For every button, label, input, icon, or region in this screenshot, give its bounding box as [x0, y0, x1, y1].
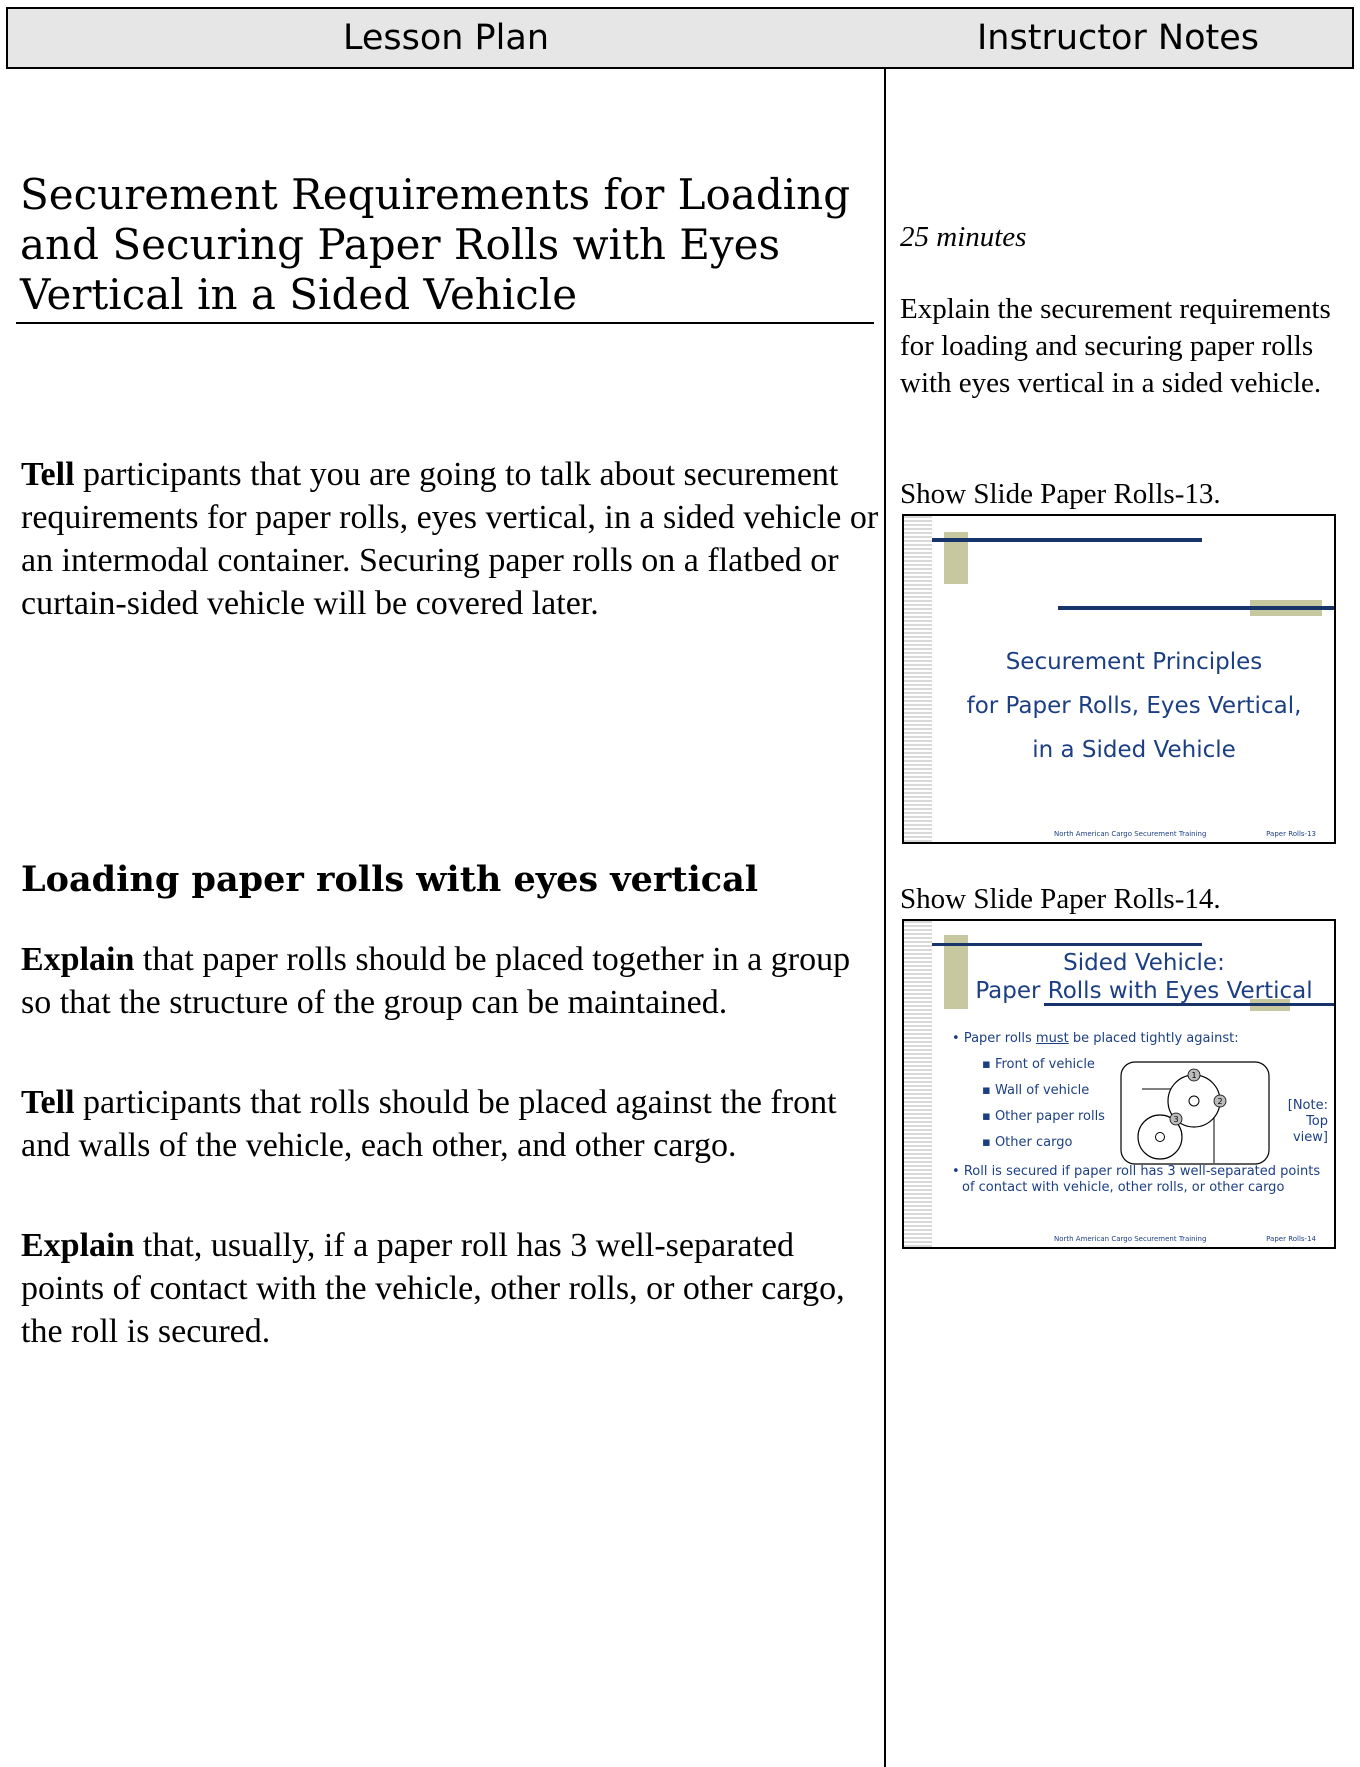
slide-14-bullet-2: • Roll is secured if paper roll has 3 we…: [952, 1164, 1321, 1195]
paragraph-2-text: participants that rolls should be placed…: [21, 1084, 837, 1164]
slide-thumbnail-14: Sided Vehicle: Paper Rolls with Eyes Ver…: [902, 919, 1336, 1249]
paragraph-1-lead: Explain: [21, 941, 135, 978]
paragraph-3-lead: Explain: [21, 1227, 135, 1264]
intro-text: participants that you are going to talk …: [21, 456, 879, 622]
slide-14-footer: North American Cargo Securement Training: [1054, 1235, 1207, 1243]
slide-14-sub-1: ▪ Front of vehicle: [982, 1057, 1095, 1072]
slide-accent-line: [1058, 606, 1334, 610]
contact-marker-label: 2: [1217, 1097, 1222, 1106]
show-slide-13-note: Show Slide Paper Rolls-13.: [900, 478, 1221, 510]
paragraph-3: Explain that, usually, if a paper roll h…: [21, 1224, 881, 1353]
slide-accent-line: [932, 943, 1202, 946]
paragraph-3-text: that, usually, if a paper roll has 3 wel…: [21, 1227, 845, 1350]
show-slide-14-note: Show Slide Paper Rolls-14.: [900, 883, 1221, 915]
contact-marker-label: 3: [1173, 1115, 1178, 1124]
lesson-title: Securement Requirements for Loading and …: [20, 170, 851, 319]
slide-14-bullet-1: • Paper rolls must be placed tightly aga…: [952, 1031, 1239, 1046]
intro-lead: Tell: [21, 456, 75, 493]
column-divider: [884, 67, 886, 1767]
slide-14-title: Sided Vehicle: Paper Rolls with Eyes Ver…: [964, 949, 1324, 1005]
section-heading: Loading paper rolls with eyes vertical: [21, 859, 759, 900]
contact-marker-label: 1: [1191, 1071, 1196, 1080]
slide-13-title-line-1: Securement Principles: [1005, 649, 1263, 675]
note-line-1: [Note:: [1287, 1098, 1328, 1113]
lesson-plan-label: Lesson Plan: [342, 18, 550, 58]
bullet-1-post: be placed tightly against:: [1068, 1031, 1239, 1046]
column-header-instructor-notes: Instructor Notes: [884, 7, 1354, 69]
paragraph-1-text: that paper rolls should be placed togeth…: [21, 941, 851, 1021]
bullet-1-pre: Paper rolls: [963, 1031, 1036, 1046]
note-line-2: Top: [1306, 1114, 1328, 1129]
slide-13-title-line-2: for Paper Rolls, Eyes Vertical,: [966, 693, 1302, 719]
title-underline: [16, 322, 874, 324]
slide-stripes: [904, 921, 932, 1247]
slide-accent-line: [932, 538, 1202, 542]
intro-paragraph: Tell participants that you are going to …: [21, 453, 881, 625]
slide-13-title: Securement Principles for Paper Rolls, E…: [934, 640, 1334, 772]
slide-14-page: Paper Rolls-14: [1266, 1235, 1316, 1243]
slide-stripes: [904, 516, 932, 842]
paragraph-2: Tell participants that rolls should be p…: [21, 1081, 881, 1167]
sub-4-text: Other cargo: [994, 1135, 1073, 1150]
paragraph-2-lead: Tell: [21, 1084, 75, 1121]
slide-13-title-line-3: in a Sided Vehicle: [1032, 737, 1236, 763]
slide-14-sub-3: ▪ Other paper rolls: [982, 1109, 1105, 1124]
sub-1-text: Front of vehicle: [994, 1057, 1095, 1072]
paper-rolls-diagram: 1 2 3: [1120, 1061, 1270, 1165]
slide-14-note: [Note: Top view]: [1276, 1098, 1328, 1146]
slide-13-footer: North American Cargo Securement Training: [1054, 830, 1207, 838]
duration-note: 25 minutes: [900, 221, 1027, 253]
slide-thumbnail-13: Securement Principles for Paper Rolls, E…: [902, 514, 1336, 844]
slide-14-sub-4: ▪ Other cargo: [982, 1135, 1073, 1150]
paragraph-1: Explain that paper rolls should be place…: [21, 938, 881, 1024]
note-line-3: view]: [1292, 1130, 1328, 1145]
slide-14-title-line-1: Sided Vehicle:: [1063, 950, 1225, 976]
slide-13-page: Paper Rolls-13: [1266, 830, 1316, 838]
sub-2-text: Wall of vehicle: [994, 1083, 1090, 1098]
instructor-notes-label: Instructor Notes: [976, 18, 1260, 58]
explain-note: Explain the securement requirements for …: [900, 293, 1331, 399]
bullet-2-line-1: Roll is secured if paper roll has 3 well…: [963, 1164, 1321, 1179]
sub-3-text: Other paper rolls: [994, 1109, 1105, 1124]
bullet-1-emphasis: must: [1035, 1031, 1069, 1046]
bullet-2-line-2: of contact with vehicle, other rolls, or…: [962, 1180, 1285, 1195]
slide-14-title-line-2: Paper Rolls with Eyes Vertical: [975, 978, 1313, 1004]
slide-14-sub-2: ▪ Wall of vehicle: [982, 1083, 1090, 1098]
column-header-lesson-plan: Lesson Plan: [6, 7, 886, 69]
